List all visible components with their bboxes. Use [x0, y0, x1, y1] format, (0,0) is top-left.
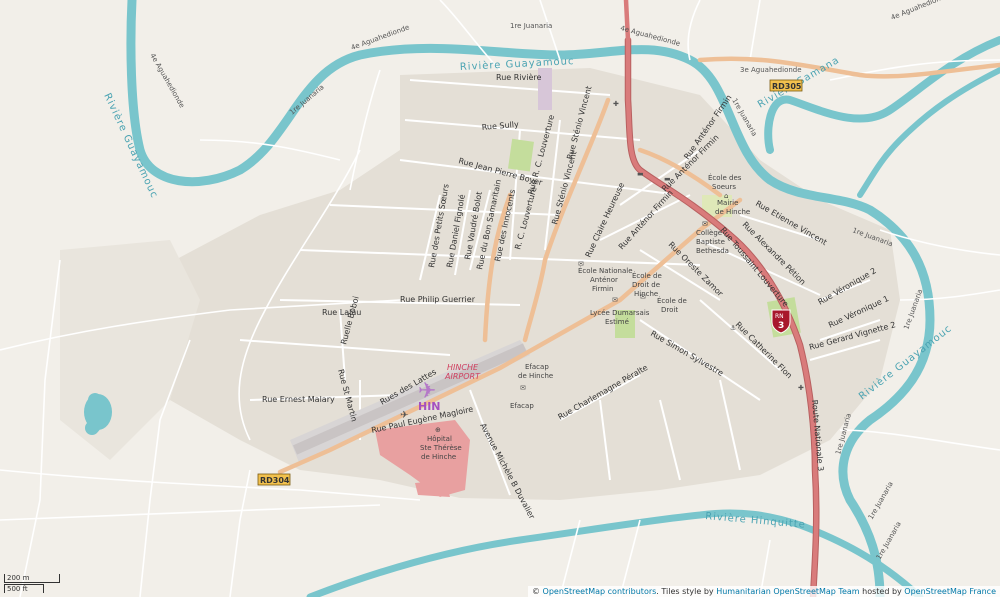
- label-ecole-droit-2-2: Droit: [661, 306, 678, 314]
- copyright-symbol: ©: [532, 587, 540, 596]
- label-airport-name-2: AIRPORT: [444, 372, 481, 381]
- scale-metric: 200 m: [4, 574, 60, 583]
- attribution: © OpenStreetMap contributors. Tiles styl…: [528, 586, 1000, 597]
- label-airport-name-1: HINCHE: [447, 363, 479, 372]
- label-mairie-1: Mairie: [717, 199, 738, 207]
- label-ecole-nationale-1: École Nationale: [578, 266, 633, 275]
- park-1: [508, 138, 534, 172]
- label-ecole-droit-1-1: École de: [632, 271, 662, 280]
- pin-icon: ✚: [798, 384, 804, 392]
- shield-rn3: RN 3: [771, 309, 791, 334]
- label-rue-philip-guerrier: Rue Philip Guerrier: [400, 295, 476, 304]
- shield-rd304: RD304: [257, 473, 291, 486]
- label-college-1: Collège: [696, 229, 722, 237]
- label-hopital-2: Ste Thérèse: [420, 444, 462, 452]
- label-rd305: RD305: [772, 82, 802, 91]
- osm-contributors-link[interactable]: OpenStreetMap contributors: [543, 587, 657, 596]
- label-ecole-soeurs-2: Soeurs: [712, 183, 736, 191]
- label-mairie-2: de Hinche: [715, 208, 750, 216]
- hospital-area-2: [415, 480, 450, 497]
- label-rue-ernest-malary: Rue Ernest Malary: [262, 395, 335, 404]
- pin-icon: ✚: [613, 100, 619, 108]
- label-efacap-1-1: Efacap: [525, 363, 549, 371]
- pin-icon: ▬: [664, 175, 671, 183]
- hospital-icon: ⊕: [435, 426, 441, 434]
- aerodrome-icon: ✈: [400, 410, 408, 421]
- label-airport-code: HIN: [418, 400, 441, 413]
- label-ecole-droit-1-2: Droit de: [632, 281, 660, 289]
- scale-imperial: 500 ft: [4, 584, 44, 593]
- label-efacap-1-2: de Hinche: [518, 372, 553, 380]
- pin-icon: ⚓: [730, 324, 736, 332]
- label-rue-riviere: Rue Rivière: [496, 72, 542, 82]
- label-hopital-3: de Hinche: [421, 453, 456, 461]
- school-icon: ✉: [702, 220, 708, 228]
- tiles-style-text: . Tiles style by: [656, 587, 714, 596]
- label-hopital-1: Hôpital: [427, 435, 452, 443]
- poi-ecole-droit-1[interactable]: École de Droit de Hinche: [632, 271, 662, 298]
- pond: [84, 394, 112, 430]
- label-ecole-droit-1-3: Hinche: [634, 290, 658, 298]
- pin-icon: ✉: [578, 260, 584, 268]
- pin-icon: ✉: [640, 293, 646, 301]
- pin-icon: ✉: [520, 384, 526, 392]
- pin-icon: ✉: [612, 296, 618, 304]
- label-college-2: Baptiste: [696, 238, 725, 246]
- label-ecole-nationale-3: Firmin: [592, 285, 613, 293]
- label-efacap-2[interactable]: Efacap: [510, 402, 534, 410]
- label-lycee-2: Estimé: [605, 318, 629, 326]
- map-canvas[interactable]: Rivière Guayamouc Rivière Guayamouc Rivi…: [0, 0, 1000, 597]
- shield-rd305: RD305: [769, 79, 803, 92]
- hot-link[interactable]: Humanitarian OpenStreetMap Team: [716, 587, 859, 596]
- osm-france-link[interactable]: OpenStreetMap France: [904, 587, 996, 596]
- label-lycee-1: Lycée Dumarsais: [590, 309, 650, 317]
- label-rn3-bottom: 3: [778, 321, 784, 331]
- label-ecole-droit-2-1: École de: [657, 296, 687, 305]
- label-college-3: Bethesda: [696, 247, 729, 255]
- scale-bar: 200 m 500 ft: [4, 574, 60, 593]
- pin-icon: ▬: [637, 170, 644, 178]
- label-rd304: RD304: [260, 476, 290, 485]
- label-ecole-soeurs-1: École des: [708, 173, 742, 182]
- hosted-by-text: hosted by: [862, 587, 902, 596]
- label-rn3-top: RN: [775, 313, 784, 320]
- label-aguahedionde-4: 3e Aguahedionde: [740, 66, 802, 74]
- label-juanaria-1: 1re Juanaria: [510, 22, 552, 30]
- label-ecole-nationale-2: Anténor: [590, 276, 618, 284]
